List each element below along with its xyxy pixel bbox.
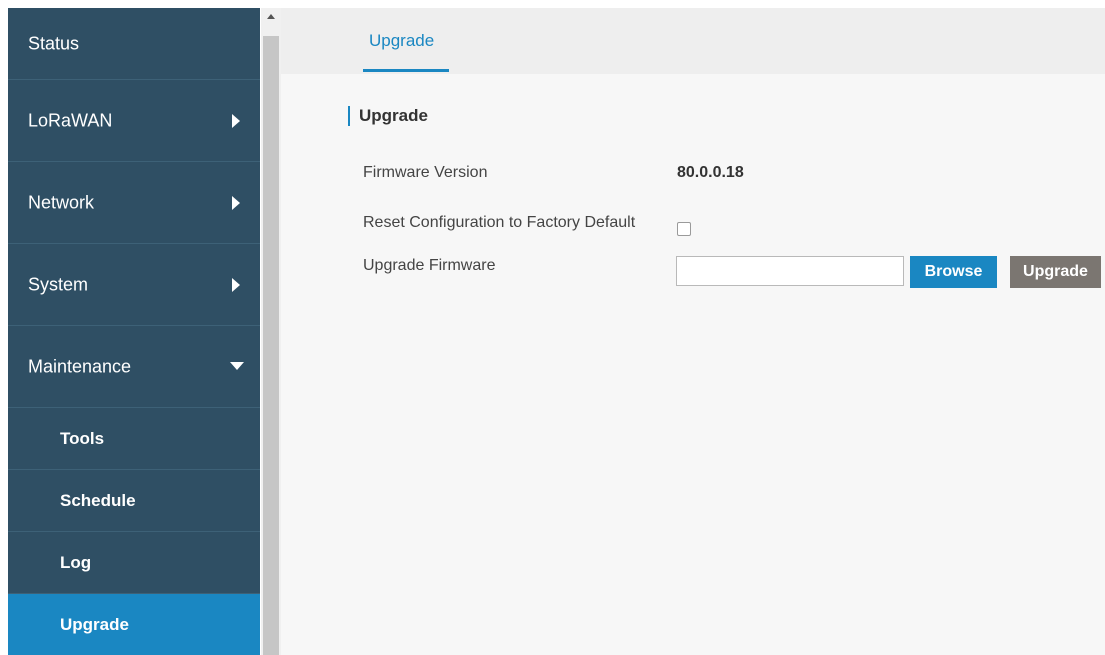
scroll-up-arrow-icon[interactable] (267, 14, 275, 19)
sidebar-subitem-tools[interactable]: Tools (8, 408, 260, 470)
sidebar-item-network[interactable]: Network (8, 162, 260, 244)
sidebar-item-label: Maintenance (28, 356, 132, 376)
sidebar: Status LoRaWAN Network System Maintenanc… (8, 8, 260, 655)
active-tab-indicator (363, 69, 449, 72)
caret-right-icon (232, 113, 240, 128)
main-content: Upgrade Upgrade Firmware Version 80.0.0.… (281, 8, 1105, 655)
caret-down-icon (230, 361, 244, 370)
sidebar-scrollbar[interactable] (261, 8, 281, 655)
caret-right-icon (232, 277, 240, 292)
sidebar-item-maintenance[interactable]: Maintenance (8, 326, 260, 408)
caret-right-icon (232, 195, 240, 210)
section-title: Upgrade (359, 106, 428, 125)
sidebar-item-status[interactable]: Status (8, 8, 260, 80)
reset-factory-default-label: Reset Configuration to Factory Default (363, 214, 636, 231)
sidebar-subitem-label: Log (60, 552, 92, 572)
firmware-version-value: 80.0.0.18 (677, 164, 744, 181)
app-window: Status LoRaWAN Network System Maintenanc… (0, 0, 1105, 655)
tab-upgrade[interactable]: Upgrade (363, 8, 440, 74)
tab-bar: Upgrade (281, 8, 1105, 74)
sidebar-subitem-label: Tools (60, 428, 105, 448)
scrollbar-thumb[interactable] (263, 36, 279, 655)
section-accent-bar (348, 106, 350, 126)
firmware-file-input[interactable] (676, 256, 904, 286)
sidebar-item-system[interactable]: System (8, 244, 260, 326)
sidebar-subitem-schedule[interactable]: Schedule (8, 470, 260, 532)
sidebar-item-label: Status (28, 33, 80, 53)
sidebar-subitem-label: Upgrade (60, 614, 129, 634)
sidebar-item-lorawan[interactable]: LoRaWAN (8, 80, 260, 162)
sidebar-subitem-label: Schedule (60, 490, 136, 510)
sidebar-item-label: LoRaWAN (28, 110, 113, 130)
reset-factory-default-checkbox[interactable] (677, 222, 691, 236)
sidebar-subitem-upgrade[interactable]: Upgrade (8, 594, 260, 655)
browse-button[interactable]: Browse (910, 256, 997, 288)
firmware-version-label: Firmware Version (363, 164, 488, 181)
sidebar-item-label: Network (28, 192, 95, 212)
upgrade-button[interactable]: Upgrade (1010, 256, 1101, 288)
sidebar-item-label: System (28, 274, 89, 294)
sidebar-subitem-log[interactable]: Log (8, 532, 260, 594)
upgrade-firmware-label: Upgrade Firmware (363, 257, 496, 274)
